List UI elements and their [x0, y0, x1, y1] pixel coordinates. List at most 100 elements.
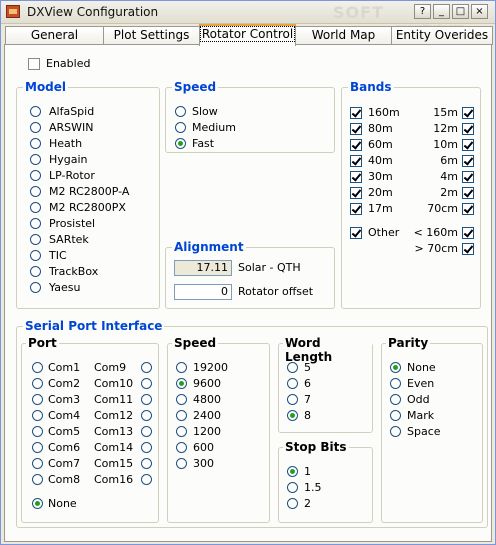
checkbox[interactable] [350, 171, 362, 183]
checkbox[interactable] [462, 187, 474, 199]
radio-button[interactable] [141, 394, 152, 405]
port-option[interactable]: Com16 [94, 473, 152, 487]
radio-button[interactable] [176, 426, 187, 437]
minimize-icon[interactable]: _ [433, 4, 450, 19]
checkbox[interactable] [462, 243, 474, 255]
checkbox[interactable] [462, 139, 474, 151]
checkbox[interactable] [462, 203, 474, 215]
radio-button[interactable] [287, 394, 298, 405]
radio-button-selected[interactable] [176, 378, 187, 389]
radio-button[interactable] [141, 458, 152, 469]
radio-button[interactable] [32, 426, 43, 437]
radio-button[interactable] [30, 218, 41, 229]
tab-rotator-control[interactable]: Rotator Control [199, 24, 296, 46]
radio-button[interactable] [30, 122, 41, 133]
radio-button[interactable] [141, 378, 152, 389]
radio-button-selected[interactable] [175, 138, 186, 149]
checkbox[interactable] [350, 107, 362, 119]
checkbox[interactable] [462, 155, 474, 167]
port-option[interactable]: Com15 [94, 457, 152, 471]
radio-button[interactable] [287, 482, 298, 493]
tab-general[interactable]: General [5, 26, 104, 45]
radio-button-selected[interactable] [32, 498, 43, 509]
enabled-checkbox-box[interactable] [28, 58, 40, 70]
radio-button[interactable] [32, 410, 43, 421]
radio-button[interactable] [287, 378, 298, 389]
band-checkbox-70cm[interactable]: 70cm [426, 202, 474, 216]
radio-button[interactable] [32, 442, 43, 453]
radio-button[interactable] [390, 394, 401, 405]
band-checkbox-6m[interactable]: 6m [426, 154, 474, 168]
tab-world-map[interactable]: World Map [295, 26, 392, 45]
checkbox[interactable] [350, 227, 362, 239]
radio-button[interactable] [30, 282, 41, 293]
radio-button[interactable] [287, 362, 298, 373]
checkbox[interactable] [350, 123, 362, 135]
radio-button[interactable] [141, 410, 152, 421]
radio-button[interactable] [30, 138, 41, 149]
radio-button[interactable] [176, 362, 187, 373]
radio-button[interactable] [175, 106, 186, 117]
radio-button[interactable] [30, 250, 41, 261]
help-icon[interactable]: ? [414, 4, 431, 19]
tab-plot-settings[interactable]: Plot Settings [103, 26, 200, 45]
port-option[interactable]: Com10 [94, 377, 152, 391]
radio-button-selected[interactable] [390, 362, 401, 373]
band-checkbox-above-70cm[interactable]: > 70cm [406, 242, 474, 256]
radio-button[interactable] [141, 442, 152, 453]
radio-button[interactable] [176, 442, 187, 453]
checkbox[interactable] [462, 171, 474, 183]
radio-button[interactable] [32, 458, 43, 469]
radio-button[interactable] [175, 122, 186, 133]
band-checkbox-below-160m[interactable]: < 160m [406, 226, 474, 240]
checkbox[interactable] [350, 187, 362, 199]
checkbox[interactable] [350, 139, 362, 151]
port-option[interactable]: Com13 [94, 425, 152, 439]
radio-button[interactable] [176, 458, 187, 469]
radio-button[interactable] [390, 410, 401, 421]
title-bar[interactable]: DXView Configuration SOFT ? _ □ × [1, 1, 495, 24]
port-option[interactable]: Com14 [94, 441, 152, 455]
radio-button[interactable] [32, 362, 43, 373]
radio-button[interactable] [176, 410, 187, 421]
checkbox[interactable] [350, 155, 362, 167]
maximize-icon[interactable]: □ [452, 4, 469, 19]
radio-button[interactable] [141, 474, 152, 485]
radio-button[interactable] [141, 426, 152, 437]
band-checkbox-15m[interactable]: 15m [426, 106, 474, 120]
radio-button[interactable] [30, 170, 41, 181]
band-checkbox-4m[interactable]: 4m [426, 170, 474, 184]
model-group: Model AlfaSpid ARSWIN Heath Hygain LP-Ro… [16, 80, 160, 309]
close-icon[interactable]: × [471, 4, 488, 19]
band-checkbox-10m[interactable]: 10m [426, 138, 474, 152]
radio-button[interactable] [287, 498, 298, 509]
radio-button[interactable] [390, 426, 401, 437]
radio-button[interactable] [30, 186, 41, 197]
port-option[interactable]: Com12 [94, 409, 152, 423]
checkbox[interactable] [462, 123, 474, 135]
checkbox[interactable] [350, 203, 362, 215]
rotator-offset-input[interactable]: 0 [174, 284, 232, 300]
checkbox[interactable] [462, 227, 474, 239]
radio-button[interactable] [30, 266, 41, 277]
radio-button[interactable] [30, 106, 41, 117]
band-checkbox-2m[interactable]: 2m [426, 186, 474, 200]
radio-button[interactable] [32, 474, 43, 485]
radio-button-selected[interactable] [287, 410, 298, 421]
checkbox[interactable] [462, 107, 474, 119]
radio-button[interactable] [32, 394, 43, 405]
rotator-offset-label: Rotator offset [238, 285, 314, 298]
option-label: 1 [304, 465, 311, 478]
radio-button[interactable] [30, 234, 41, 245]
radio-button[interactable] [141, 362, 152, 373]
radio-button-selected[interactable] [287, 466, 298, 477]
band-checkbox-12m[interactable]: 12m [426, 122, 474, 136]
radio-button[interactable] [176, 394, 187, 405]
tab-entity-overides[interactable]: Entity Overides [391, 26, 493, 45]
radio-button[interactable] [30, 202, 41, 213]
radio-button[interactable] [390, 378, 401, 389]
radio-button[interactable] [30, 154, 41, 165]
port-option[interactable]: Com11 [94, 393, 152, 407]
port-option[interactable]: Com9 [94, 361, 152, 375]
radio-button[interactable] [32, 378, 43, 389]
